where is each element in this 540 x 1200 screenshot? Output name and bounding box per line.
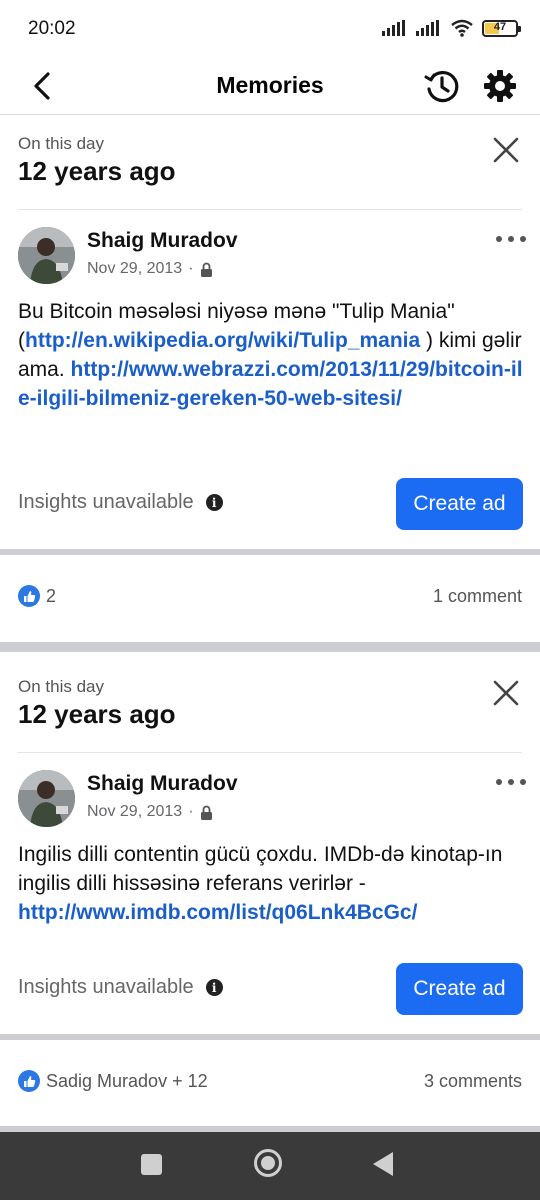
insights-label: Insights unavailable bbox=[18, 491, 194, 513]
more-horizontal-icon bbox=[496, 236, 502, 242]
post-author[interactable]: Shaig Muradov bbox=[87, 229, 238, 253]
system-nav-bar bbox=[0, 1132, 540, 1200]
thumbs-up-icon bbox=[18, 585, 40, 607]
status-bar: 20:02 47 bbox=[0, 0, 540, 60]
avatar-photo bbox=[18, 227, 75, 284]
insights-status: Insights unavailable i bbox=[18, 491, 223, 514]
divider bbox=[0, 1034, 540, 1040]
post-meta: Nov 29, 2013 · bbox=[87, 260, 213, 278]
section-separator bbox=[0, 642, 540, 652]
post-date[interactable]: Nov 29, 2013 bbox=[87, 803, 182, 821]
post-link[interactable]: http://www.imdb.com/list/q06Lnk4BcGc/ bbox=[18, 901, 417, 924]
reactions-summary[interactable]: 2 bbox=[18, 585, 56, 607]
insights-label: Insights unavailable bbox=[18, 976, 194, 998]
lock-icon bbox=[200, 805, 212, 820]
avatar[interactable] bbox=[18, 227, 75, 284]
signal-icon bbox=[382, 20, 405, 36]
close-button[interactable] bbox=[488, 132, 524, 168]
memory-title: 12 years ago bbox=[18, 699, 176, 729]
create-ad-button[interactable]: Create ad bbox=[396, 478, 523, 530]
home-icon bbox=[261, 1156, 275, 1170]
post-meta: Nov 29, 2013 · bbox=[87, 803, 213, 821]
recents-button[interactable] bbox=[141, 1154, 162, 1175]
lock-icon bbox=[200, 262, 212, 277]
wifi-icon bbox=[451, 19, 473, 37]
close-icon bbox=[493, 137, 519, 163]
home-button[interactable] bbox=[254, 1149, 282, 1177]
status-time: 20:02 bbox=[28, 18, 76, 39]
post-author[interactable]: Shaig Muradov bbox=[87, 772, 238, 796]
thumbs-up-icon bbox=[18, 1070, 40, 1092]
comment-count[interactable]: 1 comment bbox=[433, 586, 522, 607]
avatar[interactable] bbox=[18, 770, 75, 827]
gear-icon bbox=[484, 70, 516, 102]
post-text: Bu Bitcoin məsələsi niyəsə mənə "Tulip M… bbox=[18, 300, 523, 410]
divider bbox=[0, 549, 540, 555]
history-button[interactable] bbox=[420, 64, 464, 108]
post-date[interactable]: Nov 29, 2013 bbox=[87, 260, 182, 278]
divider bbox=[18, 752, 522, 753]
insights-status: Insights unavailable i bbox=[18, 976, 223, 999]
signal-icon-2 bbox=[416, 20, 439, 36]
reaction-names: Sadig Muradov + 12 bbox=[46, 1070, 208, 1091]
status-icons: 47 bbox=[382, 19, 521, 37]
more-options-button[interactable] bbox=[496, 772, 526, 792]
avatar-photo bbox=[18, 770, 75, 827]
meta-separator: · bbox=[188, 803, 194, 820]
battery-icon: 47 bbox=[482, 19, 521, 37]
settings-button[interactable] bbox=[478, 64, 522, 108]
meta-separator: · bbox=[188, 260, 194, 277]
create-ad-button[interactable]: Create ad bbox=[396, 963, 523, 1015]
info-icon[interactable]: i bbox=[205, 494, 223, 511]
info-icon[interactable]: i bbox=[205, 979, 223, 996]
memory-title: 12 years ago bbox=[18, 156, 176, 186]
comment-count[interactable]: 3 comments bbox=[424, 1071, 522, 1092]
memory-kicker: On this day bbox=[18, 677, 104, 696]
close-icon bbox=[493, 680, 519, 706]
history-icon bbox=[424, 71, 459, 103]
more-horizontal-icon bbox=[496, 779, 502, 785]
app-header: Memories bbox=[0, 60, 540, 115]
battery-text: 47 bbox=[493, 20, 507, 33]
reaction-count: 2 bbox=[46, 585, 57, 606]
post-link[interactable]: http://en.wikipedia.org/wiki/Tulip_mania bbox=[25, 329, 420, 352]
more-options-button[interactable] bbox=[496, 229, 526, 249]
reactions-summary[interactable]: Sadig Muradov + 12 bbox=[18, 1070, 208, 1092]
post-text: Ingilis dilli contentin gücü çoxdu. IMDb… bbox=[18, 843, 503, 924]
close-button[interactable] bbox=[488, 675, 524, 711]
divider bbox=[18, 209, 522, 210]
system-back-button[interactable] bbox=[373, 1152, 393, 1176]
post-link[interactable]: http://www.webrazzi.com/2013/11/29/bitco… bbox=[18, 358, 523, 410]
memory-kicker: On this day bbox=[18, 134, 104, 153]
